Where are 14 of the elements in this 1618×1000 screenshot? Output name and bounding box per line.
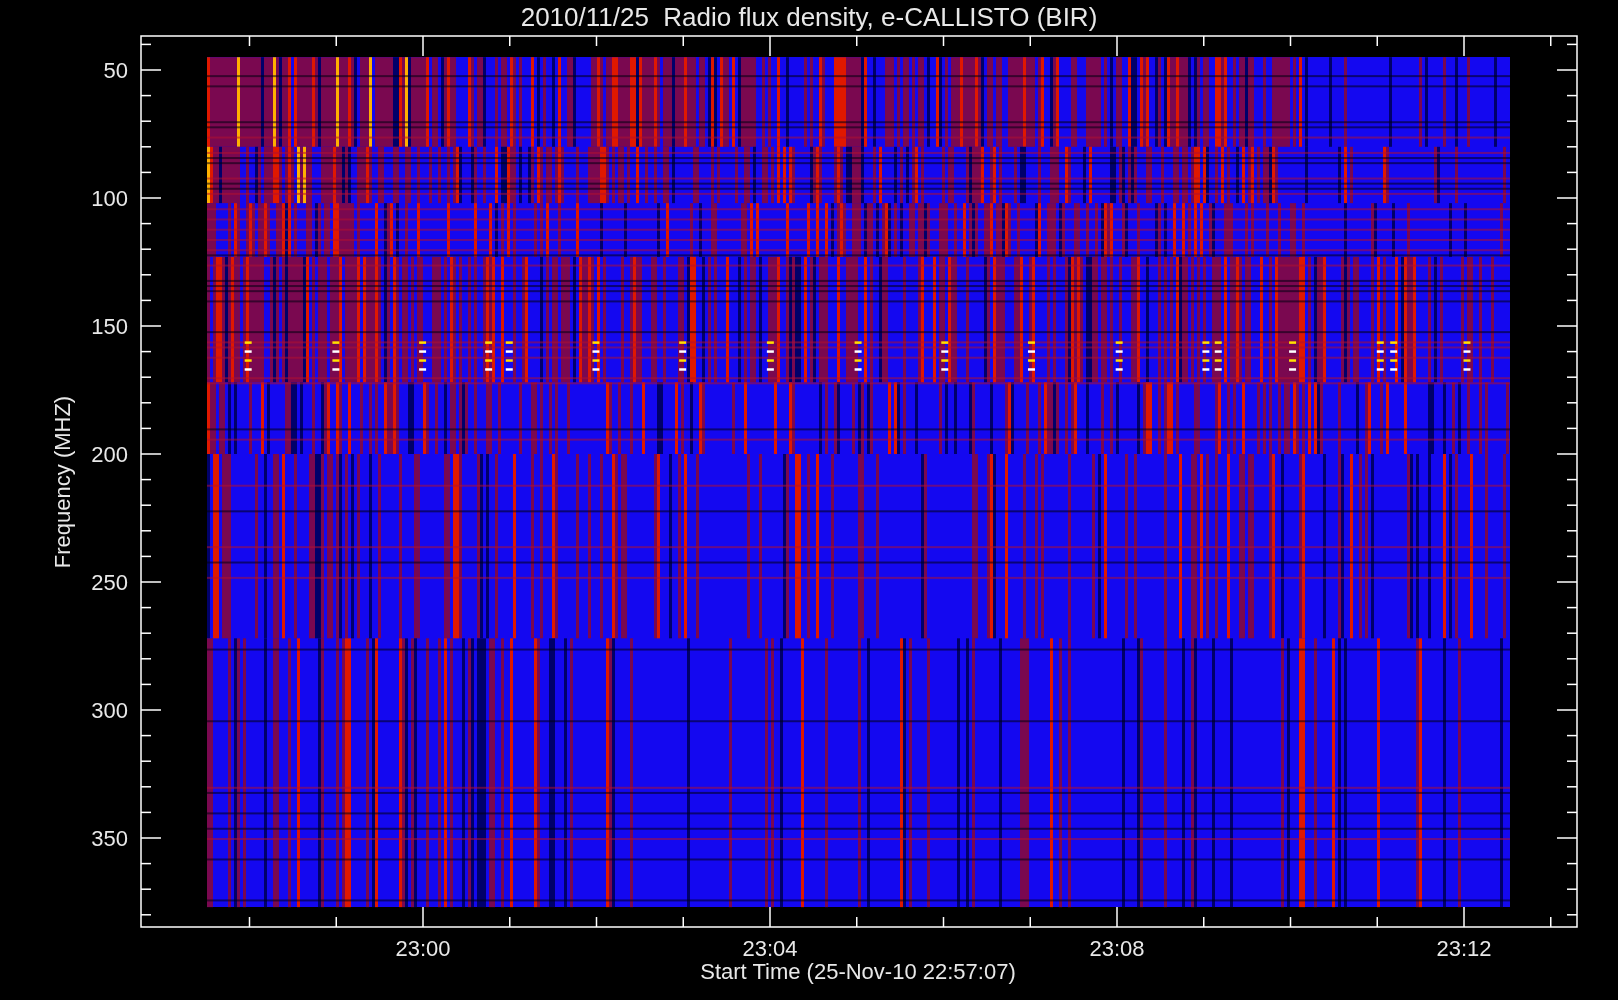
y-tick-label: 200 <box>91 442 128 467</box>
chart-title: 2010/11/25 Radio flux density, e-CALLISTO (BIR) <box>520 2 1098 32</box>
y-tick-label: 50 <box>103 58 128 83</box>
x-axis-label: Start Time (25-Nov-10 22:57:07) <box>700 959 1016 984</box>
x-tick-label: 23:00 <box>395 936 451 961</box>
y-tick-label: 250 <box>91 570 128 595</box>
y-tick-label: 150 <box>91 314 128 339</box>
x-tick-label: 23:04 <box>742 936 798 961</box>
x-tick-label: 23:12 <box>1436 936 1492 961</box>
y-tick-label: 350 <box>91 826 128 851</box>
y-tick-label: 100 <box>91 186 128 211</box>
y-tick-label: 300 <box>91 698 128 723</box>
x-tick-label: 23:08 <box>1089 936 1145 961</box>
y-axis-label: Frequency (MHZ) <box>50 395 75 569</box>
